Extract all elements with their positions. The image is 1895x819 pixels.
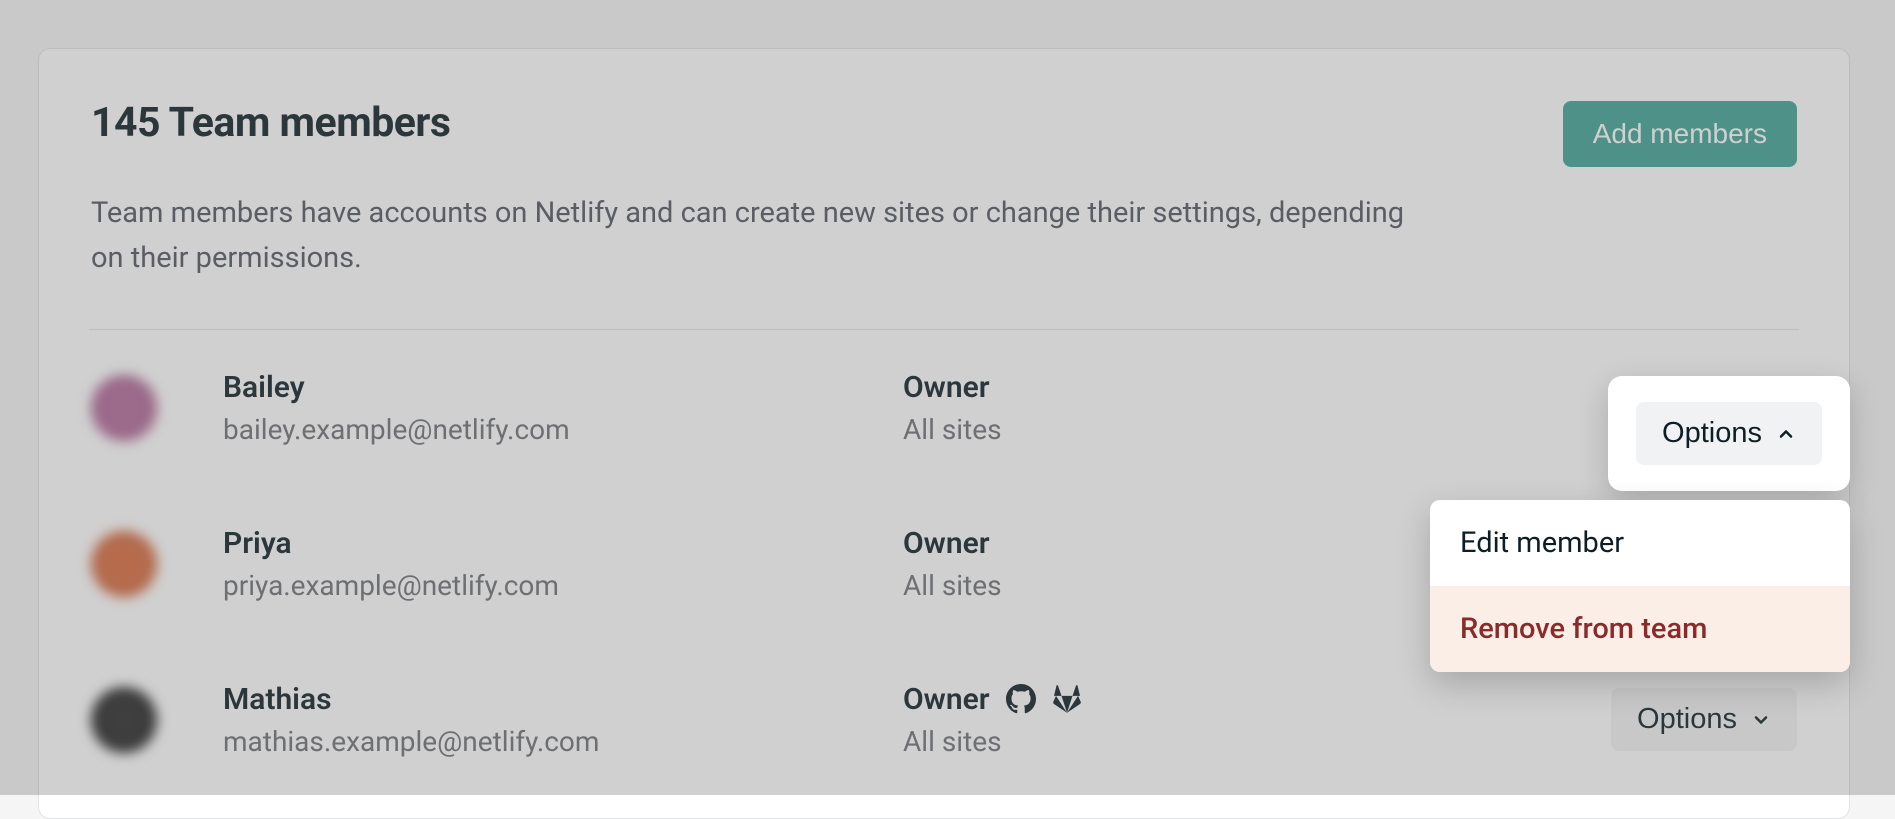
member-info: Bailey bailey.example@netlify.com [223,370,903,446]
edit-member-item[interactable]: Edit member [1430,500,1850,586]
avatar [91,375,157,441]
gitlab-icon [1052,684,1082,714]
chevron-down-icon [1751,710,1771,730]
member-email: bailey.example@netlify.com [223,413,903,446]
member-info: Mathias mathias.example@netlify.com [223,682,903,758]
remove-from-team-item[interactable]: Remove from team [1430,586,1850,672]
team-members-card: 145 Team members Add members Team member… [38,48,1850,819]
member-name: Bailey [223,370,903,405]
page-title: 145 Team members [91,99,450,147]
avatar [91,531,157,597]
member-role: Owner [903,682,990,717]
member-role-block: Owner All sites [903,682,1611,758]
member-scope: All sites [903,413,1597,446]
member-info: Priya priya.example@netlify.com [223,526,903,602]
options-button[interactable]: Options [1611,688,1797,751]
github-icon [1006,684,1036,714]
card-header: 145 Team members Add members [91,99,1797,167]
member-role: Owner [903,526,990,561]
member-scope: All sites [903,725,1611,758]
avatar [91,687,157,753]
member-name: Mathias [223,682,903,717]
member-email: priya.example@netlify.com [223,569,903,602]
options-dropdown: Edit member Remove from team [1430,500,1850,672]
options-popover-header: Options [1608,376,1850,491]
options-button-open[interactable]: Options [1636,402,1822,465]
member-row: Bailey bailey.example@netlify.com Owner … [91,330,1797,486]
add-members-button[interactable]: Add members [1563,101,1797,167]
options-popover: Options Edit member Remove from team [1608,376,1850,491]
options-label: Options [1637,703,1737,736]
chevron-up-icon [1776,424,1796,444]
member-role: Owner [903,370,990,405]
member-name: Priya [223,526,903,561]
page-description: Team members have accounts on Netlify an… [91,191,1431,281]
member-email: mathias.example@netlify.com [223,725,903,758]
member-role-block: Owner All sites [903,370,1597,446]
options-label: Options [1662,417,1762,450]
